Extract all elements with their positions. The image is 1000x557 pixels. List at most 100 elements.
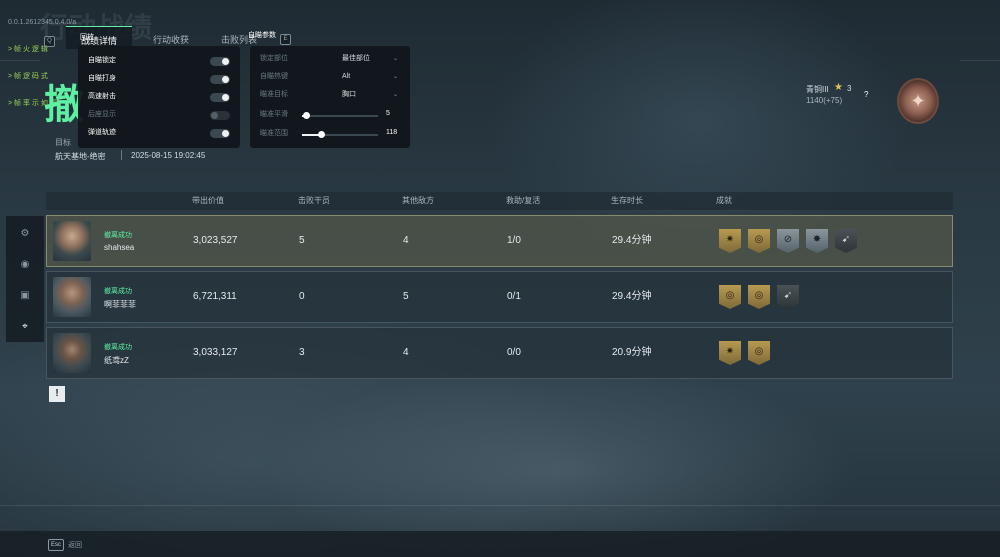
achievement-badge-icon[interactable]: ➹ [835,229,857,253]
others-cell: 4 [403,347,409,358]
slider-value: 5 [386,110,390,117]
value-cell: 6,721,311 [193,291,237,302]
select-value: 最佳部位 [342,55,370,62]
achievement-badge-icon[interactable]: ◎ [748,341,770,365]
achievement-badge-icon[interactable]: ➹ [777,285,799,309]
column-header: 其他敌方 [402,196,434,205]
help-icon[interactable]: ? [864,90,868,99]
extract-status: 撤离成功 [104,232,132,239]
star-icon: ★ [834,82,843,93]
target-icon[interactable]: ⌖ [18,320,32,334]
player-name: 啊菲菲菲 [104,300,136,309]
tab-left-key[interactable]: Q [44,36,55,47]
column-header: 成就 [716,196,732,205]
select-value: 胸口 [342,91,356,98]
select-label: 瞄准目标 [260,91,288,98]
avatar [53,277,91,317]
toggle-aim-body[interactable] [210,75,230,84]
achievement-badge-icon[interactable]: ✷ [719,229,741,253]
toggle-recoil-display[interactable] [210,111,230,120]
select-aim-target[interactable]: 胸口 ⌄ [342,89,400,101]
decorative-line [960,60,1000,61]
extract-status: 撤离成功 [104,344,132,351]
eye-icon[interactable]: ◉ [18,258,32,272]
slider-value: 118 [386,129,398,136]
esc-label[interactable]: 返回 [68,540,82,550]
target-label: 目标 [55,138,71,147]
esc-key[interactable]: Esc [48,539,64,551]
toggle-label: 高速射击 [88,93,116,100]
others-cell: 5 [403,291,409,302]
cheat-toggle-panel: 回放 自瞄锁定 自瞄打身 高速射击 后座显示 弹道轨迹 [78,34,240,148]
slider-aim-smooth[interactable] [302,112,378,119]
toggle-label: 后座显示 [88,111,116,118]
slider-label: 瞄准平滑 [260,111,288,118]
value-cell: 3,033,127 [193,347,238,358]
column-header: 生存时长 [611,196,643,205]
assist-cell: 1/0 [507,235,521,246]
assist-cell: 0/0 [507,347,521,358]
select-label: 锁定部位 [260,55,288,62]
report-warning-icon[interactable]: ! [49,386,65,402]
toggle-label: 自瞄打身 [88,75,116,82]
player-name: shahsea [104,243,135,252]
avatar [53,333,91,373]
achievement-badge-icon[interactable]: ✷ [719,341,741,365]
side-nav: ⚙ ◉ ▣ ⌖ [6,216,44,342]
achievement-badge-icon[interactable]: ◎ [748,229,770,253]
bag-icon[interactable]: ▣ [18,289,32,303]
chevron-down-icon: ⌄ [392,74,398,80]
extract-status: 撤离成功 [104,288,132,295]
rank-stars: 3 [847,84,852,93]
slider-label: 瞄准范围 [260,130,288,137]
decorative-line [0,60,40,61]
survival-cell: 20.9分钟 [612,347,652,358]
select-aim-part[interactable]: 最佳部位 ⌄ [342,53,400,65]
aim-settings-panel: 自瞄参数 锁定部位 最佳部位 ⌄ 自瞄热键 Alt ⌄ 瞄准目标 胸口 ⌄ 瞄准平滑 … [248,32,410,148]
rank-name: 青铜III [806,85,829,94]
rank-score: 1140(+75) [806,96,843,105]
match-datetime: 2025-08-15 19:02:45 [131,151,206,160]
table-header: 带出价值 击败干员 其他敌方 救助/复活 生存时长 成就 [46,192,953,210]
tab-loot[interactable]: 行动收获 [138,26,204,48]
slider-knob[interactable] [318,131,325,138]
select-aim-hotkey[interactable]: Alt ⌄ [342,71,400,83]
column-header: 救助/复活 [506,196,541,205]
select-label: 自瞄热键 [260,73,288,80]
table-row[interactable]: 撤离成功 啊菲菲菲 6,721,311 0 5 0/1 29.4分钟 ◎ ◎ ➹ [46,271,953,323]
achievement-badge-icon[interactable]: ⊘ [777,229,799,253]
toggle-rapid-fire[interactable] [210,93,230,102]
column-header: 击败干员 [298,196,330,205]
table-row[interactable]: 撤离成功 shahsea 3,023,527 5 4 1/0 29.4分钟 ✷ … [46,215,953,267]
slider-knob[interactable] [302,112,310,119]
panel-header: 自瞄参数 [248,32,276,39]
achievement-badge-icon[interactable]: ◎ [719,285,741,309]
chevron-down-icon: ⌄ [392,92,398,98]
kills-cell: 3 [299,347,305,358]
toggle-label: 弹道轨迹 [88,129,116,136]
survival-cell: 29.4分钟 [612,291,652,302]
table-row[interactable]: 撤离成功 纸鸢zZ 3,033,127 3 4 0/0 20.9分钟 ✷ ◎ [46,327,953,379]
toggle-label: 自瞄锁定 [88,57,116,64]
toggle-bullet-trace[interactable] [210,129,230,138]
bottom-bar: Esc 返回 [0,531,1000,557]
map-name: 航天基地-绝密 [55,152,106,161]
column-header: 带出价值 [192,196,224,205]
panel-header: 回放 [80,34,94,41]
divider [121,150,122,160]
select-value: Alt [342,73,351,80]
chevron-down-icon: ⌄ [392,56,398,62]
gear-icon[interactable]: ⚙ [18,227,32,241]
achievement-badge-icon[interactable]: ◎ [748,285,770,309]
slider-aim-range[interactable] [302,131,378,138]
toggle-aim-lock[interactable] [210,57,230,66]
avatar [53,221,91,261]
assist-cell: 0/1 [507,291,521,302]
player-name: 纸鸢zZ [104,356,129,365]
survival-cell: 29.4分钟 [612,235,652,246]
kills-cell: 0 [299,291,305,302]
decorative-line [0,505,1000,506]
rank-emblem-icon: ✦ [897,78,939,124]
others-cell: 4 [403,235,409,246]
achievement-badge-icon[interactable]: ✸ [806,229,828,253]
